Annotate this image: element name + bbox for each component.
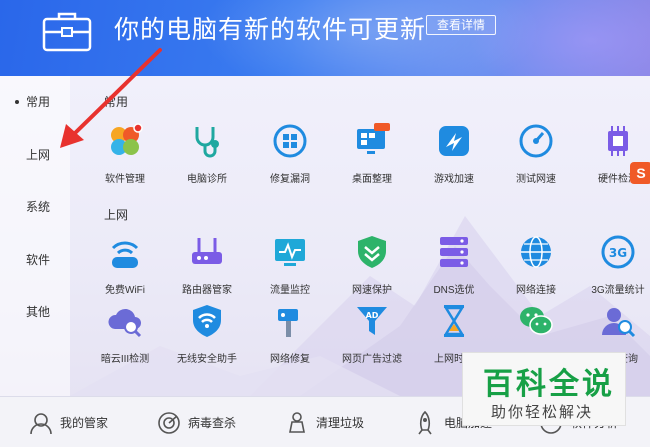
tile-traffic-monitor[interactable]: 流量监控	[250, 234, 330, 296]
tile-label: 免费WiFi	[105, 285, 145, 296]
bottom-item-virus-scan[interactable]: 病毒查杀	[156, 397, 236, 447]
section-title-internet: 上网	[104, 208, 129, 222]
toolbox-icon	[42, 12, 92, 52]
watermark-title: 百科全说	[483, 368, 615, 401]
tile-label: 网页广告过滤	[342, 354, 402, 365]
my-butler-icon	[30, 412, 52, 434]
tile-speed-test[interactable]: 测试网速	[496, 123, 576, 185]
dark-cloud-scan-icon	[108, 308, 142, 338]
speed-shield-icon	[358, 236, 386, 268]
stethoscope-icon	[195, 127, 219, 158]
ad-filter-icon: AD	[357, 307, 387, 335]
bottom-item-cleanup[interactable]: 清理垃圾	[284, 397, 364, 447]
hourglass-icon	[443, 305, 465, 337]
network-repair-icon	[278, 309, 298, 337]
tile-label: 暗云III检测	[100, 354, 150, 365]
privacy-search-icon	[602, 308, 636, 338]
tile-wechat[interactable]	[496, 303, 576, 350]
sidebar-item-internet[interactable]: 上网	[0, 145, 70, 165]
tile-label: 电脑诊所	[187, 174, 227, 185]
game-boost-icon	[439, 126, 469, 156]
tile-router-manager[interactable]: 路由器管家	[167, 234, 247, 296]
tile-network-connection[interactable]: 网络连接	[496, 234, 576, 296]
tile-label: 网络连接	[516, 285, 556, 296]
category-sidebar: 常用 上网 系统 软件 其他	[0, 76, 70, 396]
tile-label: 3G流量统计	[591, 285, 645, 296]
tile-label: 无线安全助手	[177, 354, 237, 365]
bottom-item-my-butler[interactable]: 我的管家	[28, 397, 108, 447]
svg-text:AD: AD	[366, 311, 379, 320]
tile-label: 游戏加速	[434, 174, 474, 185]
tile-label: 修复漏洞	[270, 174, 310, 185]
router-icon	[192, 238, 222, 264]
3g-traffic-icon: 3G	[601, 235, 635, 269]
tile-ad-filter[interactable]: AD 网页广告过滤	[332, 303, 412, 365]
rocket-icon	[418, 410, 432, 434]
tile-dark-cloud-scan[interactable]: 暗云III检测	[85, 303, 165, 365]
wechat-icon	[520, 307, 553, 335]
tile-label: 软件管理	[105, 174, 145, 185]
tile-software-manager[interactable]: 软件管理	[85, 123, 165, 185]
tile-label: 桌面整理	[352, 174, 392, 185]
tile-fix-vulnerabilities[interactable]: 修复漏洞	[250, 123, 330, 185]
sidebar-item-system[interactable]: 系统	[0, 197, 70, 217]
tile-pc-clinic[interactable]: 电脑诊所	[167, 123, 247, 185]
bottom-item-label: 清理垃圾	[316, 416, 365, 430]
tile-game-boost[interactable]: 游戏加速	[414, 123, 494, 185]
software-manager-icon	[111, 123, 143, 155]
traffic-monitor-icon	[275, 239, 305, 266]
bottom-item-label: 病毒查杀	[188, 416, 237, 430]
speedometer-icon	[519, 124, 553, 158]
desktop-organizer-icon	[357, 123, 390, 154]
banner-title: 你的电脑有新的软件可更新	[114, 16, 427, 44]
tile-label: 路由器管家	[182, 285, 232, 296]
bottom-item-label: 我的管家	[60, 416, 109, 430]
dns-server-icon	[440, 237, 468, 267]
tools-panel: 常用 上网 系统 软件 其他 常用 软件管理 电脑诊所 修复漏洞 桌面整理 游戏…	[0, 76, 650, 396]
virus-scan-icon	[158, 411, 180, 434]
watermark-subtitle: 助你轻松解决	[491, 404, 594, 421]
tile-label: 流量监控	[270, 285, 310, 296]
windows-repair-icon	[273, 124, 307, 158]
cleanup-icon	[289, 411, 305, 433]
globe-icon	[521, 236, 551, 268]
update-banner: 你的电脑有新的软件可更新 查看详情	[0, 0, 650, 76]
tile-wifi-security[interactable]: 无线安全助手	[167, 303, 247, 365]
tile-dns-optimize[interactable]: DNS选优	[414, 234, 494, 296]
tile-network-repair[interactable]: 网络修复	[250, 303, 330, 365]
sidebar-item-other[interactable]: 其他	[0, 302, 70, 322]
tile-3g-traffic[interactable]: 3G 3G流量统计	[578, 234, 650, 296]
tile-label: DNS选优	[433, 285, 475, 296]
tile-desktop-organizer[interactable]: 桌面整理	[332, 123, 412, 185]
chip-icon	[608, 126, 628, 156]
sidebar-item-common[interactable]: 常用	[0, 92, 70, 112]
wifi-shield-icon	[193, 305, 221, 337]
tile-free-wifi[interactable]: 免费WiFi	[85, 234, 165, 296]
sogou-logo-icon: S	[630, 162, 650, 184]
tile-label: 测试网速	[516, 174, 556, 185]
tile-speed-protect[interactable]: 网速保护	[332, 234, 412, 296]
wifi-icon	[111, 241, 139, 268]
svg-text:3G: 3G	[609, 246, 627, 260]
watermark: 百科全说 助你轻松解决	[462, 352, 626, 426]
view-details-button[interactable]: 查看详情	[426, 15, 497, 35]
tile-label: 网络修复	[270, 354, 310, 365]
tile-label: 网速保护	[352, 285, 392, 296]
sidebar-item-software[interactable]: 软件	[0, 250, 70, 270]
section-title-common: 常用	[104, 95, 129, 109]
